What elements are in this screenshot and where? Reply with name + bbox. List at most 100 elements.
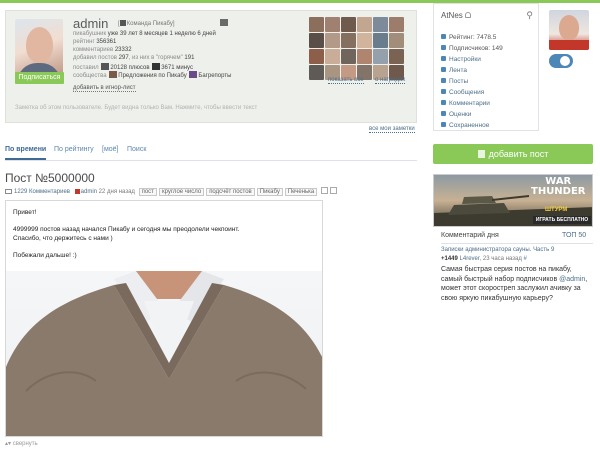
ad-title: WAR THUNDER xyxy=(531,176,586,197)
theme-toggle[interactable] xyxy=(549,54,573,68)
mention-link[interactable]: @admin xyxy=(559,276,585,283)
comment-post-link[interactable]: Записки администратора сауны. Часть 9 xyxy=(441,247,554,253)
post-title[interactable]: Пост №5000000 xyxy=(5,171,95,185)
subscriber-avatar[interactable] xyxy=(325,33,340,48)
team-bracket-close: ] xyxy=(172,21,175,27)
subscriber-avatar[interactable] xyxy=(309,17,324,32)
all-notes-link[interactable]: все мои заметки xyxy=(369,126,415,133)
comment-meta: +1449 L4rever, 23 часа назад # xyxy=(441,256,527,262)
post-text-line: Привет! xyxy=(13,209,37,216)
comments-link[interactable]: 1229 Комментариев xyxy=(14,189,70,195)
minus-icon xyxy=(152,63,161,70)
show-all-link[interactable]: показать все xyxy=(328,77,364,84)
subscriber-avatar[interactable] xyxy=(309,33,324,48)
profile-team: [Команда Пикабу] xyxy=(118,20,175,27)
menu-item-subscribers[interactable]: Подписчиков: 149 xyxy=(441,45,503,52)
comments-icon xyxy=(5,189,12,194)
comment-time: , 23 часа назад xyxy=(479,256,522,262)
post-text-line: Побежали дальше! :) xyxy=(13,251,77,259)
more-icon[interactable] xyxy=(329,187,337,194)
add-post-icon xyxy=(477,150,485,158)
stat-rating: рейтинг 356361 xyxy=(73,39,117,45)
community-icon-bugreports xyxy=(189,71,198,78)
post-author-link[interactable]: admin xyxy=(81,189,97,195)
comment-icon xyxy=(441,100,446,105)
subscribe-button[interactable]: Подписаться xyxy=(15,72,64,84)
comment-anchor-link[interactable]: # xyxy=(524,256,527,262)
menu-item-votes[interactable]: Оценки xyxy=(441,111,471,118)
subscriber-avatar[interactable] xyxy=(373,49,388,64)
top50-link[interactable]: ТОП 50 xyxy=(562,232,586,239)
subscriber-avatar[interactable] xyxy=(389,17,404,32)
tag-item[interactable]: Пикабу xyxy=(256,188,283,196)
tag-item[interactable]: Печенька xyxy=(284,188,318,196)
subscriber-avatar[interactable] xyxy=(373,17,388,32)
ignore-list-link[interactable]: добавить в игнор-лист xyxy=(73,85,136,92)
subscriber-avatar[interactable] xyxy=(357,33,372,48)
tag-item[interactable]: пост xyxy=(138,188,157,196)
menu-username[interactable]: AtNes xyxy=(441,11,471,20)
subscriber-avatar[interactable] xyxy=(373,33,388,48)
person-icon xyxy=(441,45,446,50)
tab-by-time[interactable]: По времени xyxy=(5,146,47,160)
author-avatar-icon xyxy=(74,189,80,194)
post-content: Привет! 4999999 постов назад начался Пик… xyxy=(5,200,323,437)
current-user-avatar[interactable] xyxy=(549,10,589,50)
post-image-sweater-photo xyxy=(6,271,322,436)
stat-communities: сообщества Предложения по Пикабу Багрепо… xyxy=(73,71,232,79)
stat-posts: добавил постов 297, из них в "горячем" 1… xyxy=(73,55,195,61)
feed-icon xyxy=(441,67,446,72)
save-icon[interactable] xyxy=(320,187,328,194)
subscribers-grid xyxy=(309,17,405,80)
subscriber-avatar[interactable] xyxy=(357,17,372,32)
ad-banner[interactable]: WAR THUNDER ШТУРМ ИГРАТЬ БЕСПЛАТНО xyxy=(433,174,593,227)
menu-item-comments[interactable]: Комментарии xyxy=(441,100,490,107)
community-link-bugreports[interactable]: Багрепорты xyxy=(198,73,231,79)
tag-item[interactable]: подсчёт постов xyxy=(206,188,255,196)
subscriber-avatar[interactable] xyxy=(325,49,340,64)
menu-item-settings[interactable]: Настройки xyxy=(441,56,481,63)
subscriber-avatar[interactable] xyxy=(309,65,324,80)
bookmark-icon xyxy=(441,122,446,127)
post-text-line xyxy=(13,218,313,227)
collapse-post-link[interactable]: ▴▾ свернуть xyxy=(5,440,38,447)
stat-votes: поставил 20128 плюсов 3671 минус xyxy=(73,63,193,71)
subscriber-avatar[interactable] xyxy=(357,49,372,64)
menu-item-feed[interactable]: Лента xyxy=(441,67,467,74)
subscriber-avatar[interactable] xyxy=(389,49,404,64)
stat-age: пикабушник уже 39 лет 8 месяцев 1 неделю… xyxy=(73,31,216,37)
rewards-link[interactable]: о наградах xyxy=(375,77,406,84)
post-image xyxy=(6,271,322,436)
tab-by-rating[interactable]: По рейтингу xyxy=(54,146,94,153)
community-icon-suggestions xyxy=(109,71,118,78)
tab-search[interactable]: Поиск xyxy=(127,146,146,153)
team-name[interactable]: Команда Пикабу xyxy=(127,21,173,27)
post-meta: 1229 Комментариев admin 22 дня назад пос… xyxy=(5,187,337,196)
menu-item-saved[interactable]: Сохраненное xyxy=(441,122,489,129)
menu-item-rating: Рейтинг: 7478.5 xyxy=(441,34,496,41)
subscriber-avatar[interactable] xyxy=(341,49,356,64)
tag-item[interactable]: круглое число xyxy=(158,188,205,196)
subscriber-avatar[interactable] xyxy=(341,33,356,48)
subscriber-avatar[interactable] xyxy=(309,49,324,64)
envelope-icon xyxy=(441,89,446,94)
post-time: 22 дня назад xyxy=(98,189,135,195)
bell-icon[interactable] xyxy=(464,12,471,18)
subscriber-avatar[interactable] xyxy=(389,33,404,48)
subscriber-avatar[interactable] xyxy=(341,17,356,32)
post-text-line xyxy=(13,243,313,252)
user-note-field[interactable]: Заметка об этом пользователе. Будет видн… xyxy=(15,105,257,111)
message-icon[interactable] xyxy=(220,19,228,26)
tab-mine[interactable]: [моё] xyxy=(102,146,119,153)
ad-play-button[interactable]: ИГРАТЬ БЕСПЛАТНО xyxy=(533,216,591,224)
community-link-suggestions[interactable]: Предложения по Пикабу xyxy=(118,73,186,79)
subscriber-avatar[interactable] xyxy=(325,17,340,32)
menu-item-messages[interactable]: Сообщения xyxy=(441,89,484,96)
add-post-button[interactable]: добавить пост xyxy=(433,144,593,164)
gear-icon xyxy=(441,56,446,61)
sort-tabs: По времени По рейтингу [моё] Поиск xyxy=(5,146,417,161)
comment-author-link[interactable]: L4rever xyxy=(460,256,480,262)
menu-item-posts[interactable]: Посты xyxy=(441,78,468,85)
pin-icon[interactable]: ⚲ xyxy=(526,10,533,21)
profile-card: Подписаться admin [Команда Пикабу] пикаб… xyxy=(5,10,417,123)
